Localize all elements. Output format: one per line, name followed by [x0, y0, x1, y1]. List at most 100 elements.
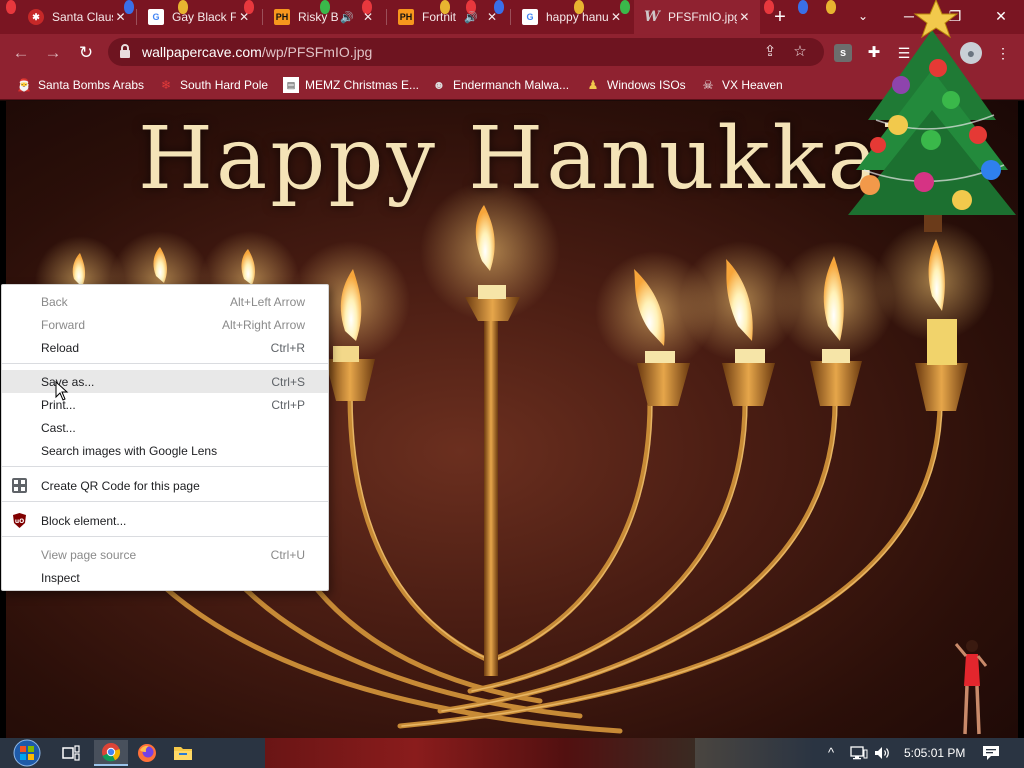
menu-item-shortcut: Ctrl+S: [271, 375, 305, 389]
forward-button[interactable]: →: [40, 40, 66, 66]
windows-isos-icon: ♟: [587, 78, 599, 92]
close-tab-icon[interactable]: ✕: [236, 10, 252, 24]
menu-item-inspect[interactable]: Inspect: [2, 566, 328, 589]
close-tab-icon[interactable]: ✕: [484, 10, 500, 24]
menu-item-google-lens[interactable]: Search images with Google Lens: [2, 439, 328, 462]
santa-icon: 🎅: [16, 78, 32, 92]
christmas-icon: ✱: [28, 9, 44, 25]
google-icon: G: [522, 9, 538, 25]
taskbar: ^ 5:05:01 PM: [0, 738, 1024, 768]
snowflake-icon: ❄: [160, 78, 172, 92]
bookmark-label: Santa Bombs Arabs: [38, 78, 145, 92]
bookmark-label: Endermanch Malwa...: [453, 78, 570, 92]
notifications-icon[interactable]: [982, 745, 1000, 761]
tab-title: Fortnit: [422, 10, 457, 24]
tab-separator: [510, 9, 511, 25]
taskbar-wallpaper-peek: [265, 738, 695, 768]
close-tab-icon[interactable]: ✕: [360, 10, 376, 24]
ublock-icon: uO: [13, 513, 26, 528]
tray-overflow-chevron-icon[interactable]: ^: [828, 745, 834, 760]
speaker-icon[interactable]: 🔊: [340, 11, 354, 24]
qr-code-icon: [12, 478, 27, 493]
tab-separator: [386, 9, 387, 25]
menu-item-create-qr-code[interactable]: Create QR Code for this page: [2, 474, 328, 497]
bookmark-label: South Hard Pole: [180, 78, 269, 92]
menu-item-view-page-source[interactable]: View page source Ctrl+U: [2, 543, 328, 566]
bookmark-endermanch-malware[interactable]: ☻ Endermanch Malwa...: [431, 76, 569, 94]
menu-item-label: Reload: [41, 341, 80, 355]
firefox-icon: [138, 744, 156, 762]
context-menu: Back Alt+Left Arrow Forward Alt+Right Ar…: [1, 284, 329, 591]
light-bulb-decoration: [798, 0, 808, 14]
menu-item-forward[interactable]: Forward Alt+Right Arrow: [2, 313, 328, 336]
bookmark-windows-isos[interactable]: ♟ Windows ISOs: [585, 76, 686, 94]
start-button[interactable]: [8, 738, 46, 768]
light-bulb-decoration: [6, 0, 16, 14]
vx-heaven-icon: ☠: [702, 78, 714, 92]
taskbar-wallpaper-peek: [695, 738, 815, 768]
speaker-icon[interactable]: 🔊: [464, 11, 478, 24]
christmas-tree-icon: [848, 0, 1016, 232]
menu-item-print[interactable]: Print... Ctrl+P: [2, 393, 328, 416]
menu-item-shortcut: Alt+Right Arrow: [221, 318, 305, 332]
ph-icon: PH: [398, 9, 414, 25]
tab-risky[interactable]: PH Risky B 🔊 ✕: [264, 0, 384, 34]
url-path: /wp/PFSFmIO.jpg: [261, 44, 373, 60]
menu-separator: [2, 466, 328, 467]
network-icon[interactable]: [850, 746, 868, 760]
menu-item-label: Create QR Code for this page: [41, 479, 200, 493]
light-bulb-decoration: [826, 0, 836, 14]
wallpapercave-icon: W: [644, 9, 660, 25]
taskbar-clock[interactable]: 5:05:01 PM: [904, 746, 965, 760]
menu-item-label: Search images with Google Lens: [41, 444, 218, 458]
file-explorer-icon: [174, 747, 192, 760]
dancing-figure-icon: [954, 640, 988, 735]
taskbar-file-explorer[interactable]: [166, 740, 200, 766]
close-tab-icon[interactable]: ✕: [608, 10, 624, 24]
menu-item-label: Cast...: [41, 421, 76, 435]
menu-item-block-element[interactable]: uO Block element...: [2, 509, 328, 532]
menu-item-label: View page source: [41, 548, 137, 562]
endermanch-icon: ☻: [432, 78, 446, 92]
tab-title: Gay Black F: [172, 10, 237, 24]
taskbar-firefox[interactable]: [130, 740, 164, 766]
taskbar-chrome[interactable]: [94, 740, 128, 766]
menu-item-shortcut: Alt+Left Arrow: [229, 295, 305, 309]
bookmark-label: MEMZ Christmas E...: [305, 78, 420, 92]
reload-button[interactable]: ↻: [73, 40, 99, 66]
share-icon[interactable]: ⇪: [760, 42, 780, 62]
tab-title: PFSFmIO.jpg: [668, 10, 737, 24]
tab-santa-claus[interactable]: ✱ Santa Claus ✕: [18, 0, 136, 34]
bookmark-vx-heaven[interactable]: ☠ VX Heaven: [700, 76, 783, 94]
tab-gay-black[interactable]: G Gay Black F ✕: [138, 0, 260, 34]
tab-title: happy hanu: [546, 10, 609, 24]
url-text[interactable]: wallpapercave.com/wp/PFSFmIO.jpg: [142, 44, 372, 60]
address-bar[interactable]: wallpapercave.com/wp/PFSFmIO.jpg ⇪ ☆: [108, 38, 824, 66]
tab-fortnite[interactable]: PH Fortnit 🔊 ✕: [388, 0, 508, 34]
bookmark-santa-bombs-arabs[interactable]: 🎅 Santa Bombs Arabs: [16, 76, 145, 94]
menu-item-back[interactable]: Back Alt+Left Arrow: [2, 290, 328, 313]
lock-icon[interactable]: [120, 44, 130, 58]
menu-item-shortcut: Ctrl+P: [271, 398, 305, 412]
tab-title: Santa Claus: [52, 10, 114, 24]
new-tab-button[interactable]: +: [768, 5, 792, 29]
close-tab-icon[interactable]: ✕: [737, 10, 752, 24]
volume-icon[interactable]: [874, 746, 892, 760]
menu-item-label: Forward: [41, 318, 86, 332]
menu-item-label: Inspect: [41, 571, 80, 585]
menu-item-reload[interactable]: Reload Ctrl+R: [2, 336, 328, 359]
menu-item-cast[interactable]: Cast...: [2, 416, 328, 439]
back-button[interactable]: ←: [8, 40, 34, 66]
menu-separator: [2, 501, 328, 502]
google-icon: G: [148, 9, 164, 25]
tab-pfsfmio-active[interactable]: W PFSFmIO.jpg ✕: [634, 0, 760, 34]
task-view-button[interactable]: [54, 740, 88, 766]
bookmark-memz-christmas[interactable]: ▤ MEMZ Christmas E...: [283, 76, 419, 94]
mouse-cursor-icon: [55, 381, 69, 401]
bookmark-star-icon[interactable]: ☆: [790, 42, 810, 62]
menu-item-save-as[interactable]: Save as... Ctrl+S: [2, 370, 328, 393]
tab-happy-hanukkah[interactable]: G happy hanu ✕: [512, 0, 632, 34]
bookmark-south-hard-pole[interactable]: ❄ South Hard Pole: [158, 76, 268, 94]
url-host: wallpapercave.com: [142, 44, 262, 60]
close-tab-icon[interactable]: ✕: [113, 10, 128, 24]
